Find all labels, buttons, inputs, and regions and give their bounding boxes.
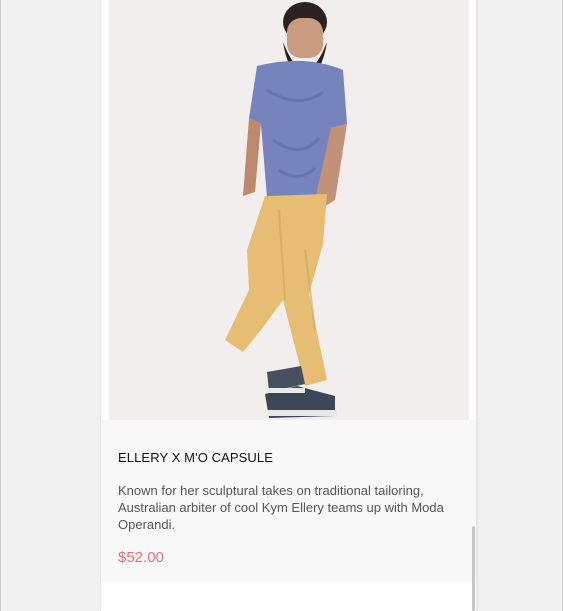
product-image[interactable] (109, 0, 469, 420)
product-price: $52.00 (118, 549, 164, 566)
model-photo (225, 2, 347, 418)
window-left-edge (0, 0, 1, 611)
product-description: Known for her sculptural takes on tradit… (118, 483, 444, 532)
scrollbar-thumb[interactable] (472, 526, 475, 611)
product-title[interactable]: ELLERY X M'O CAPSULE (118, 450, 273, 465)
card-bottom-area (101, 582, 477, 611)
product-info-panel: ELLERY X M'O CAPSULE Known for her sculp… (101, 420, 477, 582)
card-right-border (476, 0, 478, 611)
product-card[interactable]: ELLERY X M'O CAPSULE Known for her sculp… (101, 0, 477, 611)
